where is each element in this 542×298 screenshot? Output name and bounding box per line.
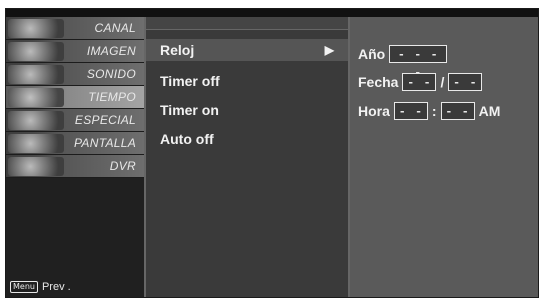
submenu-item-timer-off[interactable]: Timer off — [160, 73, 220, 89]
special-icon — [8, 111, 64, 130]
ampm-indicator[interactable]: AM — [479, 103, 501, 119]
submenu-item-auto-off[interactable]: Auto off — [160, 131, 214, 147]
submenu-item-label: Timer on — [160, 102, 219, 118]
minute-field[interactable]: - - — [440, 102, 475, 120]
screen-icon — [8, 134, 64, 153]
main-menu: CANAL IMAGEN SONIDO TIEMPO ESPECIAL PANT… — [6, 17, 144, 297]
submenu-item-label: Reloj — [160, 42, 195, 58]
submenu-item-label: Auto off — [160, 131, 214, 147]
year-row: Año - - - - — [358, 45, 448, 80]
day-field[interactable]: - - — [448, 73, 483, 91]
speaker-icon — [8, 65, 64, 84]
menu-item-pantalla[interactable]: PANTALLA — [6, 132, 144, 155]
submenu-item-reloj[interactable]: Reloj ▶ — [146, 39, 348, 61]
right-arrow-icon: ▶ — [324, 43, 334, 57]
time-label: Hora — [358, 103, 390, 119]
menu-item-label: SONIDO — [86, 67, 136, 81]
menu-item-label: TIEMPO — [88, 90, 136, 104]
menu-item-label: DVR — [109, 159, 136, 173]
date-separator: / — [440, 74, 445, 90]
date-label: Fecha — [358, 74, 399, 90]
menu-item-imagen[interactable]: IMAGEN — [6, 40, 144, 63]
menu-hint-text: Prev . — [41, 281, 71, 293]
antenna-icon — [8, 19, 64, 38]
menu-item-dvr[interactable]: DVR — [6, 155, 144, 178]
menu-item-sonido[interactable]: SONIDO — [6, 63, 144, 86]
menu-item-tiempo[interactable]: TIEMPO — [6, 86, 144, 109]
menu-item-canal[interactable]: CANAL — [6, 17, 144, 40]
menu-item-label: IMAGEN — [86, 44, 136, 58]
submenu-item-timer-on[interactable]: Timer on — [160, 102, 219, 118]
date-row: Fecha - - / - - — [358, 73, 483, 91]
submenu-header — [146, 17, 348, 30]
submenu-item-label: Timer off — [160, 73, 220, 89]
month-field[interactable]: - - — [402, 73, 437, 91]
menu-item-especial[interactable]: ESPECIAL — [6, 109, 144, 132]
clock-settings-panel: Año - - - - Fecha - - / - - Hora - - : -… — [350, 17, 538, 297]
hour-field[interactable]: - - — [393, 102, 428, 120]
menu-key-icon: Menu — [10, 281, 38, 293]
menu-item-label: ESPECIAL — [74, 113, 136, 127]
menu-item-label: CANAL — [94, 21, 136, 35]
submenu: Reloj ▶ Timer off Timer on Auto off — [144, 17, 350, 297]
menu-item-label: PANTALLA — [74, 136, 136, 150]
film-icon — [8, 42, 64, 61]
time-separator: : — [431, 103, 437, 119]
tv-menu-window: CANAL IMAGEN SONIDO TIEMPO ESPECIAL PANT… — [5, 8, 539, 298]
time-row: Hora - - : - - AM — [358, 102, 500, 120]
year-field[interactable]: - - - - — [389, 45, 448, 80]
disc-icon — [8, 157, 64, 176]
menu-prev-hint: Menu Prev . — [10, 281, 71, 293]
clock-icon — [8, 88, 64, 107]
top-strip — [6, 9, 538, 17]
year-label: Año — [358, 46, 386, 62]
